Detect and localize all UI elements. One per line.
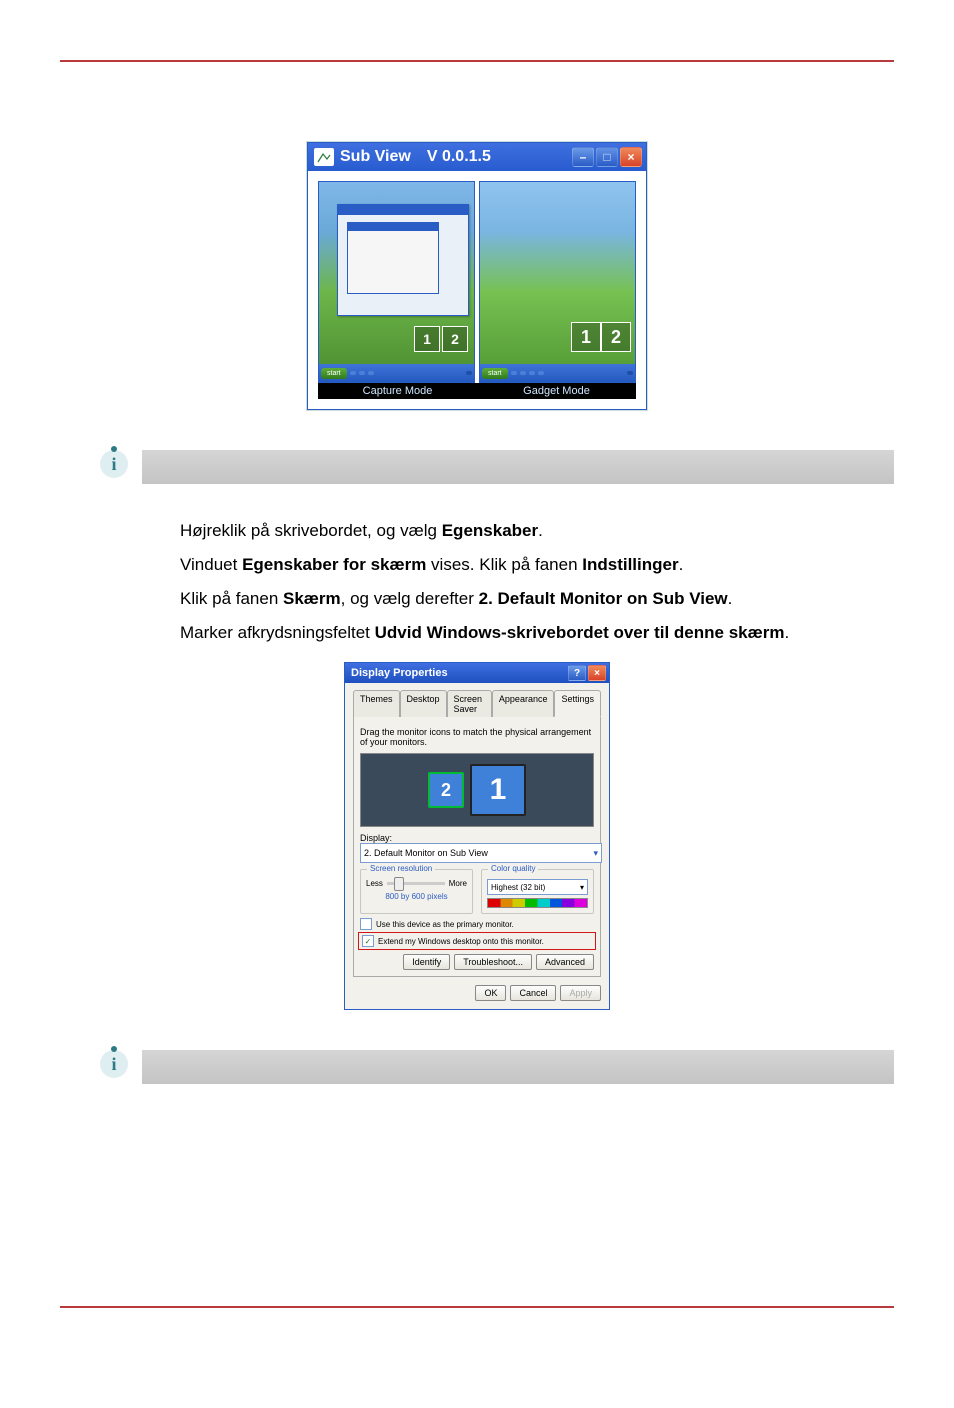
slider-less-label: Less xyxy=(366,879,383,888)
apply-button[interactable]: Apply xyxy=(560,985,601,1001)
gadget-mode-preview: 1 2 start xyxy=(479,181,636,383)
color-quality-value: Highest (32 bit) xyxy=(491,883,545,892)
text: . xyxy=(784,623,789,642)
minimize-button[interactable]: – xyxy=(572,147,594,167)
screen-resolution-group: Screen resolution Less More 800 by 600 p… xyxy=(360,869,473,914)
bold-indstillinger: Indstillinger xyxy=(582,555,678,574)
display-select-value: 2. Default Monitor on Sub View xyxy=(364,848,488,858)
display-label: Display: xyxy=(360,833,594,843)
primary-monitor-checkbox[interactable]: Use this device as the primary monitor. xyxy=(360,918,594,930)
help-button[interactable]: ? xyxy=(568,665,586,681)
slider-thumb[interactable] xyxy=(394,877,404,891)
text: . xyxy=(679,555,684,574)
tab-appearance[interactable]: Appearance xyxy=(492,690,555,717)
subview-titlebar: Sub View V 0.0.1.5 – □ × xyxy=(308,143,646,171)
checkbox-label: Extend my Windows desktop onto this moni… xyxy=(378,937,544,946)
monitor-arrangement[interactable]: 2 1 xyxy=(360,753,594,827)
dialog-titlebar: Display Properties ? × xyxy=(345,663,609,683)
monitor-badge-2: 2 xyxy=(601,322,631,352)
cancel-button[interactable]: Cancel xyxy=(510,985,556,1001)
extend-desktop-checkbox[interactable]: ✓ Extend my Windows desktop onto this mo… xyxy=(360,934,594,948)
info-icon: i xyxy=(100,1050,128,1078)
subview-figure: Sub View V 0.0.1.5 – □ × 1 2 xyxy=(60,142,894,410)
slider-more-label: More xyxy=(449,879,467,888)
subview-window: Sub View V 0.0.1.5 – □ × 1 2 xyxy=(307,142,647,410)
check-icon: ✓ xyxy=(365,937,372,946)
info-note-1: i xyxy=(100,450,894,484)
mode-label-row: Capture Mode Gadget Mode xyxy=(318,383,636,399)
text: Klik på fanen xyxy=(180,589,283,608)
advanced-button[interactable]: Advanced xyxy=(536,954,594,970)
capture-mode-preview: 1 2 start xyxy=(318,181,475,383)
taskbar: start xyxy=(480,364,635,382)
bold-default-monitor: 2. Default Monitor on Sub View xyxy=(479,589,728,608)
chevron-down-icon: ▾ xyxy=(593,848,598,859)
dialog-title: Display Properties xyxy=(351,667,448,679)
maximize-button[interactable]: □ xyxy=(596,147,618,167)
monitor-icon-2[interactable]: 2 xyxy=(428,772,464,808)
tab-themes[interactable]: Themes xyxy=(353,690,400,717)
monitor-badge-1: 1 xyxy=(571,322,601,352)
text: Vinduet xyxy=(180,555,242,574)
arrange-hint: Drag the monitor icons to match the phys… xyxy=(360,727,594,747)
color-quality-group: Color quality Highest (32 bit) ▾ xyxy=(481,869,594,914)
color-quality-select[interactable]: Highest (32 bit) ▾ xyxy=(487,879,588,895)
note-bar xyxy=(142,1050,894,1084)
info-icon: i xyxy=(100,450,128,478)
text: , og vælg derefter xyxy=(341,589,479,608)
start-button: start xyxy=(321,368,347,379)
subview-app-icon xyxy=(314,148,334,166)
gadget-mode-label: Gadget Mode xyxy=(477,385,636,397)
display-properties-figure: Display Properties ? × Themes Desktop Sc… xyxy=(60,662,894,1010)
checkbox-box[interactable] xyxy=(360,918,372,930)
tab-settings[interactable]: Settings xyxy=(554,690,601,717)
text: . xyxy=(728,589,733,608)
text: Højreklik på skrivebordet, og vælg xyxy=(180,521,442,540)
note-bar xyxy=(142,450,894,484)
bold-skaerm: Skærm xyxy=(283,589,341,608)
monitor-badge-2: 2 xyxy=(442,326,468,352)
text: . xyxy=(538,521,543,540)
subview-title-text: Sub View xyxy=(340,148,411,166)
checkbox-box[interactable]: ✓ xyxy=(362,935,374,947)
resolution-legend: Screen resolution xyxy=(367,864,435,873)
bold-egenskaber-skaerm: Egenskaber for skærm xyxy=(242,555,426,574)
color-quality-legend: Color quality xyxy=(488,864,538,873)
bold-udvid: Udvid Windows-skrivebordet over til denn… xyxy=(375,623,785,642)
monitor-icon-1[interactable]: 1 xyxy=(470,764,526,816)
display-properties-dialog: Display Properties ? × Themes Desktop Sc… xyxy=(344,662,610,1010)
ok-button[interactable]: OK xyxy=(475,985,506,1001)
tab-desktop[interactable]: Desktop xyxy=(400,690,447,717)
info-note-2: i xyxy=(100,1050,894,1084)
start-button: start xyxy=(482,368,508,379)
troubleshoot-button[interactable]: Troubleshoot... xyxy=(454,954,532,970)
tab-screensaver[interactable]: Screen Saver xyxy=(447,690,492,717)
subview-version-text: V 0.0.1.5 xyxy=(427,148,491,166)
taskbar: start xyxy=(319,364,474,382)
identify-button[interactable]: Identify xyxy=(403,954,450,970)
capture-mode-label: Capture Mode xyxy=(318,385,477,397)
close-button[interactable]: × xyxy=(588,665,606,681)
checkbox-label: Use this device as the primary monitor. xyxy=(376,920,514,929)
bold-egenskaber: Egenskaber xyxy=(442,521,538,540)
resolution-slider[interactable]: Less More xyxy=(366,879,467,888)
bottom-horizontal-rule xyxy=(60,1306,894,1308)
chevron-down-icon: ▾ xyxy=(580,883,584,892)
text: vises. Klik på fanen xyxy=(426,555,582,574)
top-horizontal-rule xyxy=(60,60,894,62)
subview-window-controls: – □ × xyxy=(572,147,642,167)
color-preview-bar xyxy=(487,898,588,908)
display-select[interactable]: 2. Default Monitor on Sub View ▾ xyxy=(360,843,602,863)
text: Marker afkrydsningsfeltet xyxy=(180,623,375,642)
resolution-value: 800 by 600 pixels xyxy=(366,892,467,901)
instruction-paragraph: Højreklik på skrivebordet, og vælg Egens… xyxy=(180,514,894,650)
tab-strip: Themes Desktop Screen Saver Appearance S… xyxy=(353,689,601,717)
close-button[interactable]: × xyxy=(620,147,642,167)
monitor-badge-1: 1 xyxy=(414,326,440,352)
